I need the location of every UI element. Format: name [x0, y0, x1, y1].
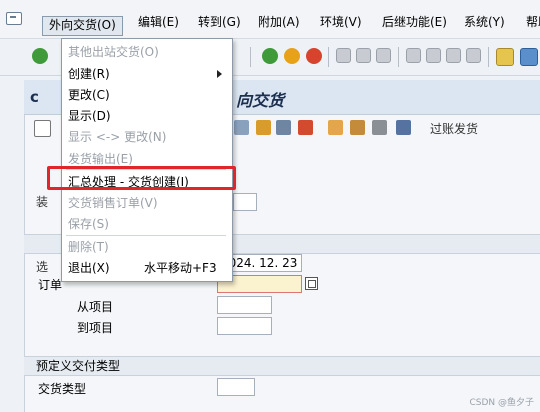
delivery-type-field[interactable] [217, 378, 255, 396]
menu-item-exit[interactable]: 退出(X) 水平移动+F3 [68, 259, 217, 277]
menu-extras[interactable]: 附加(A) [252, 13, 306, 31]
menu-item-save[interactable]: 保存(S) [68, 215, 109, 233]
menu-item-delete[interactable]: 删除(T) [68, 238, 109, 256]
outbound-delivery-menu: 其他出站交货(O) 创建(R) 更改(C) 显示(D) 显示 <-> 更改(N)… [61, 38, 233, 282]
overview-icon[interactable] [396, 120, 411, 135]
screen-title-fragment: c [30, 88, 39, 106]
menu-item-delivery-sales-order[interactable]: 交货销售订单(V) [68, 194, 158, 212]
last-page-icon[interactable] [466, 48, 481, 63]
shipping-point-field[interactable] [233, 193, 257, 211]
document-icon[interactable] [234, 120, 249, 135]
create-session-icon[interactable] [496, 48, 514, 66]
package-icon[interactable] [328, 120, 343, 135]
find-icon[interactable] [356, 48, 371, 63]
menu-item-change[interactable]: 更改(C) [68, 86, 110, 104]
partner-icon[interactable] [256, 120, 271, 135]
group-header-predefined-type: 预定义交付类型 [24, 356, 540, 376]
exit-accelerator: 水平移动+F3 [144, 261, 217, 275]
enter-icon[interactable] [32, 48, 48, 64]
system-menu-icon[interactable] [6, 12, 22, 25]
cancel-icon[interactable] [306, 48, 322, 64]
menu-edit[interactable]: 编辑(E) [132, 13, 185, 31]
header-icon[interactable] [276, 120, 291, 135]
label-fragment-selection: 选 [36, 260, 49, 274]
picking-icon[interactable] [350, 120, 365, 135]
menu-goto[interactable]: 转到(G) [192, 13, 247, 31]
first-page-icon[interactable] [406, 48, 421, 63]
label-fragment-shipping: 装 [36, 195, 49, 209]
delivery-type-label: 交货类型 [38, 382, 87, 396]
exit-icon[interactable] [284, 48, 300, 64]
toolbar-separator [488, 47, 489, 67]
back-icon[interactable] [262, 48, 278, 64]
screen-title: 向交货 [236, 91, 285, 110]
menu-separator [66, 235, 226, 236]
menu-bar: 外向交货(O) 编辑(E) 转到(G) 附加(A) 环境(V) 后继功能(E) … [0, 0, 540, 39]
print-icon[interactable] [336, 48, 351, 63]
menu-item-display-change[interactable]: 显示 <-> 更改(N) [68, 128, 166, 146]
menu-item-exit-label: 退出(X) [68, 261, 110, 275]
shortcut-icon[interactable] [520, 48, 538, 66]
items-icon[interactable] [298, 120, 313, 135]
toolbar-separator [328, 47, 329, 67]
to-item-label: 到项目 [77, 321, 114, 335]
predefined-type-group-label: 预定义交付类型 [36, 359, 121, 373]
menu-item-create[interactable]: 创建(R) [68, 65, 110, 83]
toolbar-separator [250, 47, 251, 67]
menu-follow-on[interactable]: 后继功能(E) [376, 13, 453, 31]
to-item-field[interactable] [217, 317, 272, 335]
menu-item-other-outbound[interactable]: 其他出站交货(O) [68, 43, 159, 61]
post-goods-issue-button[interactable]: 过账发货 [430, 120, 478, 137]
watermark: CSDN @鱼夕子 [469, 398, 534, 408]
from-item-field[interactable] [217, 296, 272, 314]
menu-outbound-delivery[interactable]: 外向交货(O) [42, 16, 123, 36]
toolbar-separator [398, 47, 399, 67]
previous-page-icon[interactable] [426, 48, 441, 63]
find-next-icon[interactable] [376, 48, 391, 63]
order-label: 订单 [38, 278, 63, 292]
highlight-annotation [47, 166, 236, 190]
menu-environment[interactable]: 环境(V) [314, 13, 368, 31]
from-item-label: 从项目 [77, 300, 114, 314]
next-page-icon[interactable] [446, 48, 461, 63]
menu-item-display[interactable]: 显示(D) [68, 107, 111, 125]
menu-help[interactable]: 帮助 [520, 13, 540, 31]
submenu-arrow-icon [217, 70, 222, 78]
search-help-icon[interactable] [305, 277, 318, 290]
menu-system[interactable]: 系统(Y) [458, 13, 511, 31]
select-icon[interactable] [34, 120, 51, 137]
transport-icon[interactable] [372, 120, 387, 135]
